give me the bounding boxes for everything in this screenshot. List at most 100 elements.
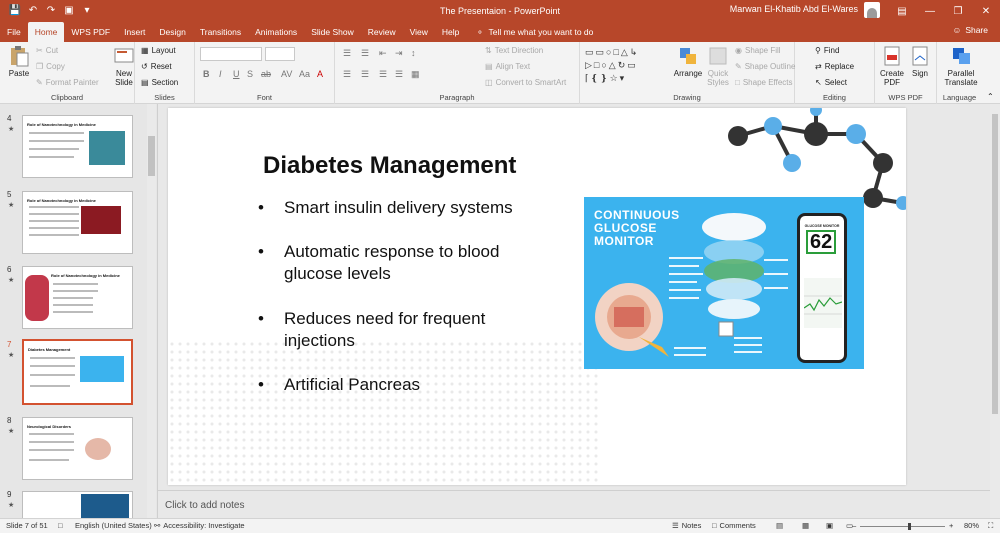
spell-check-icon[interactable]: □ bbox=[58, 521, 63, 530]
font-size-box[interactable] bbox=[265, 47, 295, 61]
thumbnails-scrollbar[interactable] bbox=[147, 104, 156, 518]
accessibility-status[interactable]: ⚯ Accessibility: Investigate bbox=[154, 521, 245, 530]
glucose-monitor-infographic[interactable]: CONTINUOUS GLUCOSE MONITOR GLUCOSE MONIT… bbox=[584, 197, 864, 369]
current-slide[interactable]: Diabetes Management • Smart insulin deliv… bbox=[168, 108, 906, 485]
zoom-slider[interactable] bbox=[860, 523, 945, 530]
align-text-button[interactable]: ▤ Align Text bbox=[485, 62, 530, 71]
decrease-indent-icon[interactable]: ⇤ bbox=[379, 48, 387, 59]
shape-effects-button[interactable]: □ Shape Effects bbox=[735, 78, 793, 87]
slide-title[interactable]: Diabetes Management bbox=[263, 152, 516, 180]
redo-icon[interactable]: ↷ bbox=[44, 4, 58, 18]
quick-access-toolbar: 💾 ↶ ↷ ▣ ▾ bbox=[0, 4, 180, 18]
tell-me-box[interactable]: ⚬ Tell me what you want to do bbox=[476, 22, 593, 42]
replace-button[interactable]: ⇄ Replace bbox=[815, 62, 854, 71]
arrange-button[interactable]: Arrange bbox=[673, 45, 703, 78]
bullet-item[interactable]: • Smart insulin delivery systems bbox=[258, 197, 513, 219]
line-spacing-icon[interactable]: ↕ bbox=[411, 48, 416, 58]
save-icon[interactable]: 💾 bbox=[8, 4, 22, 18]
ribbon-display-icon[interactable]: ▤ bbox=[888, 0, 916, 22]
comments-toggle[interactable]: □ Comments bbox=[712, 521, 756, 530]
tab-home[interactable]: Home bbox=[27, 22, 65, 42]
tab-slide-show[interactable]: Slide Show bbox=[304, 22, 361, 42]
avatar[interactable] bbox=[864, 2, 880, 18]
zoom-level[interactable]: 80% bbox=[964, 521, 979, 530]
zoom-out-icon[interactable]: – bbox=[852, 521, 856, 530]
tab-view[interactable]: View bbox=[403, 22, 435, 42]
minimize-icon[interactable]: — bbox=[916, 0, 944, 22]
strikethrough-icon[interactable]: ab bbox=[261, 69, 271, 79]
slide-sorter-icon[interactable]: ▦ bbox=[802, 521, 809, 530]
close-icon[interactable]: ✕ bbox=[972, 0, 1000, 22]
tab-insert[interactable]: Insert bbox=[117, 22, 152, 42]
align-left-icon[interactable]: ☰ bbox=[343, 69, 351, 80]
collapse-ribbon-icon[interactable]: ⌃ bbox=[987, 92, 994, 101]
notes-pane[interactable]: Click to add notes bbox=[158, 490, 990, 518]
language-status[interactable]: English (United States) bbox=[75, 521, 152, 530]
text-direction-button[interactable]: ⇅ Text Direction bbox=[485, 46, 543, 55]
customize-toolbar-icon[interactable]: ▾ bbox=[80, 4, 94, 18]
shape-fill-button[interactable]: ◉ Shape Fill bbox=[735, 46, 781, 55]
underline-icon[interactable]: U bbox=[233, 69, 240, 79]
shapes-gallery[interactable]: ▭▭○□△↳ ▷□○△↻▭ ⌈❴❵☆▾ bbox=[585, 46, 670, 88]
reading-view-icon[interactable]: ▣ bbox=[826, 521, 833, 530]
find-button[interactable]: ⚲ Find bbox=[815, 46, 839, 55]
share-button[interactable]: ☺ Share bbox=[953, 25, 988, 35]
fit-slide-icon[interactable]: ⛶ bbox=[988, 521, 993, 531]
notes-toggle[interactable]: ☰ Notes bbox=[672, 521, 701, 530]
select-button[interactable]: ↖ Select bbox=[815, 78, 847, 87]
new-slide-button[interactable]: New Slide bbox=[110, 45, 138, 87]
convert-smartart-button[interactable]: ◫ Convert to SmartArt bbox=[485, 78, 566, 87]
present-icon[interactable]: ▣ bbox=[62, 4, 76, 18]
create-pdf-button[interactable]: Create PDF bbox=[877, 45, 907, 87]
tab-review[interactable]: Review bbox=[361, 22, 403, 42]
thumbnail-image bbox=[85, 438, 111, 460]
bullet-item[interactable]: • Artificial Pancreas bbox=[258, 374, 420, 396]
align-center-icon[interactable]: ☰ bbox=[361, 69, 369, 80]
quick-styles-icon bbox=[709, 47, 727, 65]
align-right-icon[interactable]: ☰ bbox=[379, 69, 387, 80]
pen-icon: ✎ bbox=[735, 62, 742, 71]
quick-styles-button[interactable]: Quick Styles bbox=[704, 45, 732, 87]
reset-button[interactable]: ↺ Reset bbox=[141, 62, 172, 71]
parallel-translate-button[interactable]: Parallel Translate bbox=[939, 45, 983, 87]
paste-button[interactable]: Paste bbox=[6, 45, 32, 78]
zoom-in-icon[interactable]: + bbox=[949, 521, 953, 530]
tab-file[interactable]: File bbox=[0, 22, 28, 42]
undo-icon[interactable]: ↶ bbox=[26, 4, 40, 18]
shape-outline-button[interactable]: ✎ Shape Outline bbox=[735, 62, 795, 71]
animation-star-icon: ★ bbox=[8, 202, 15, 209]
maximize-icon[interactable]: ❐ bbox=[944, 0, 972, 22]
section-button[interactable]: ▤ Section bbox=[141, 78, 178, 87]
cut-button[interactable]: ✂ Cut bbox=[36, 46, 58, 55]
tab-animations[interactable]: Animations bbox=[248, 22, 304, 42]
scissors-icon: ✂ bbox=[36, 46, 43, 55]
case-icon[interactable]: Aa bbox=[299, 69, 310, 79]
tab-help[interactable]: Help bbox=[435, 22, 466, 42]
tab-wps-pdf[interactable]: WPS PDF bbox=[64, 22, 117, 42]
bullet-item[interactable]: • Reduces need for frequent injections bbox=[258, 308, 485, 352]
justify-icon[interactable]: ☰ bbox=[395, 69, 403, 80]
bold-icon[interactable]: B bbox=[203, 69, 210, 79]
italic-icon[interactable]: I bbox=[219, 69, 222, 79]
numbering-icon[interactable]: ☰ bbox=[361, 48, 369, 59]
tab-design[interactable]: Design bbox=[152, 22, 192, 42]
format-painter-button[interactable]: ✎ Format Painter bbox=[36, 78, 99, 87]
shadow-icon[interactable]: S bbox=[247, 69, 253, 79]
tab-transitions[interactable]: Transitions bbox=[193, 22, 248, 42]
columns-icon[interactable]: ▦ bbox=[411, 69, 420, 80]
animation-star-icon: ★ bbox=[8, 352, 15, 359]
copy-button[interactable]: ❐ Copy bbox=[36, 62, 65, 71]
zoom-slider-thumb[interactable] bbox=[908, 523, 911, 530]
spacing-icon[interactable]: AV bbox=[281, 69, 292, 79]
font-color-icon[interactable]: A bbox=[317, 69, 323, 79]
font-name-box[interactable] bbox=[200, 47, 262, 61]
slide-scrollbar[interactable] bbox=[990, 104, 1000, 518]
user-name[interactable]: Marwan El-Khatib Abd El-Wares bbox=[730, 4, 858, 14]
glucose-trend-chart bbox=[804, 278, 842, 328]
layout-button[interactable]: ▦ Layout bbox=[141, 46, 176, 55]
sign-button[interactable]: Sign bbox=[907, 45, 933, 78]
bullets-icon[interactable]: ☰ bbox=[343, 48, 351, 59]
normal-view-icon[interactable]: ▤ bbox=[776, 521, 783, 530]
increase-indent-icon[interactable]: ⇥ bbox=[395, 48, 403, 59]
bullet-item[interactable]: • Automatic response to blood glucose lev… bbox=[258, 241, 499, 285]
